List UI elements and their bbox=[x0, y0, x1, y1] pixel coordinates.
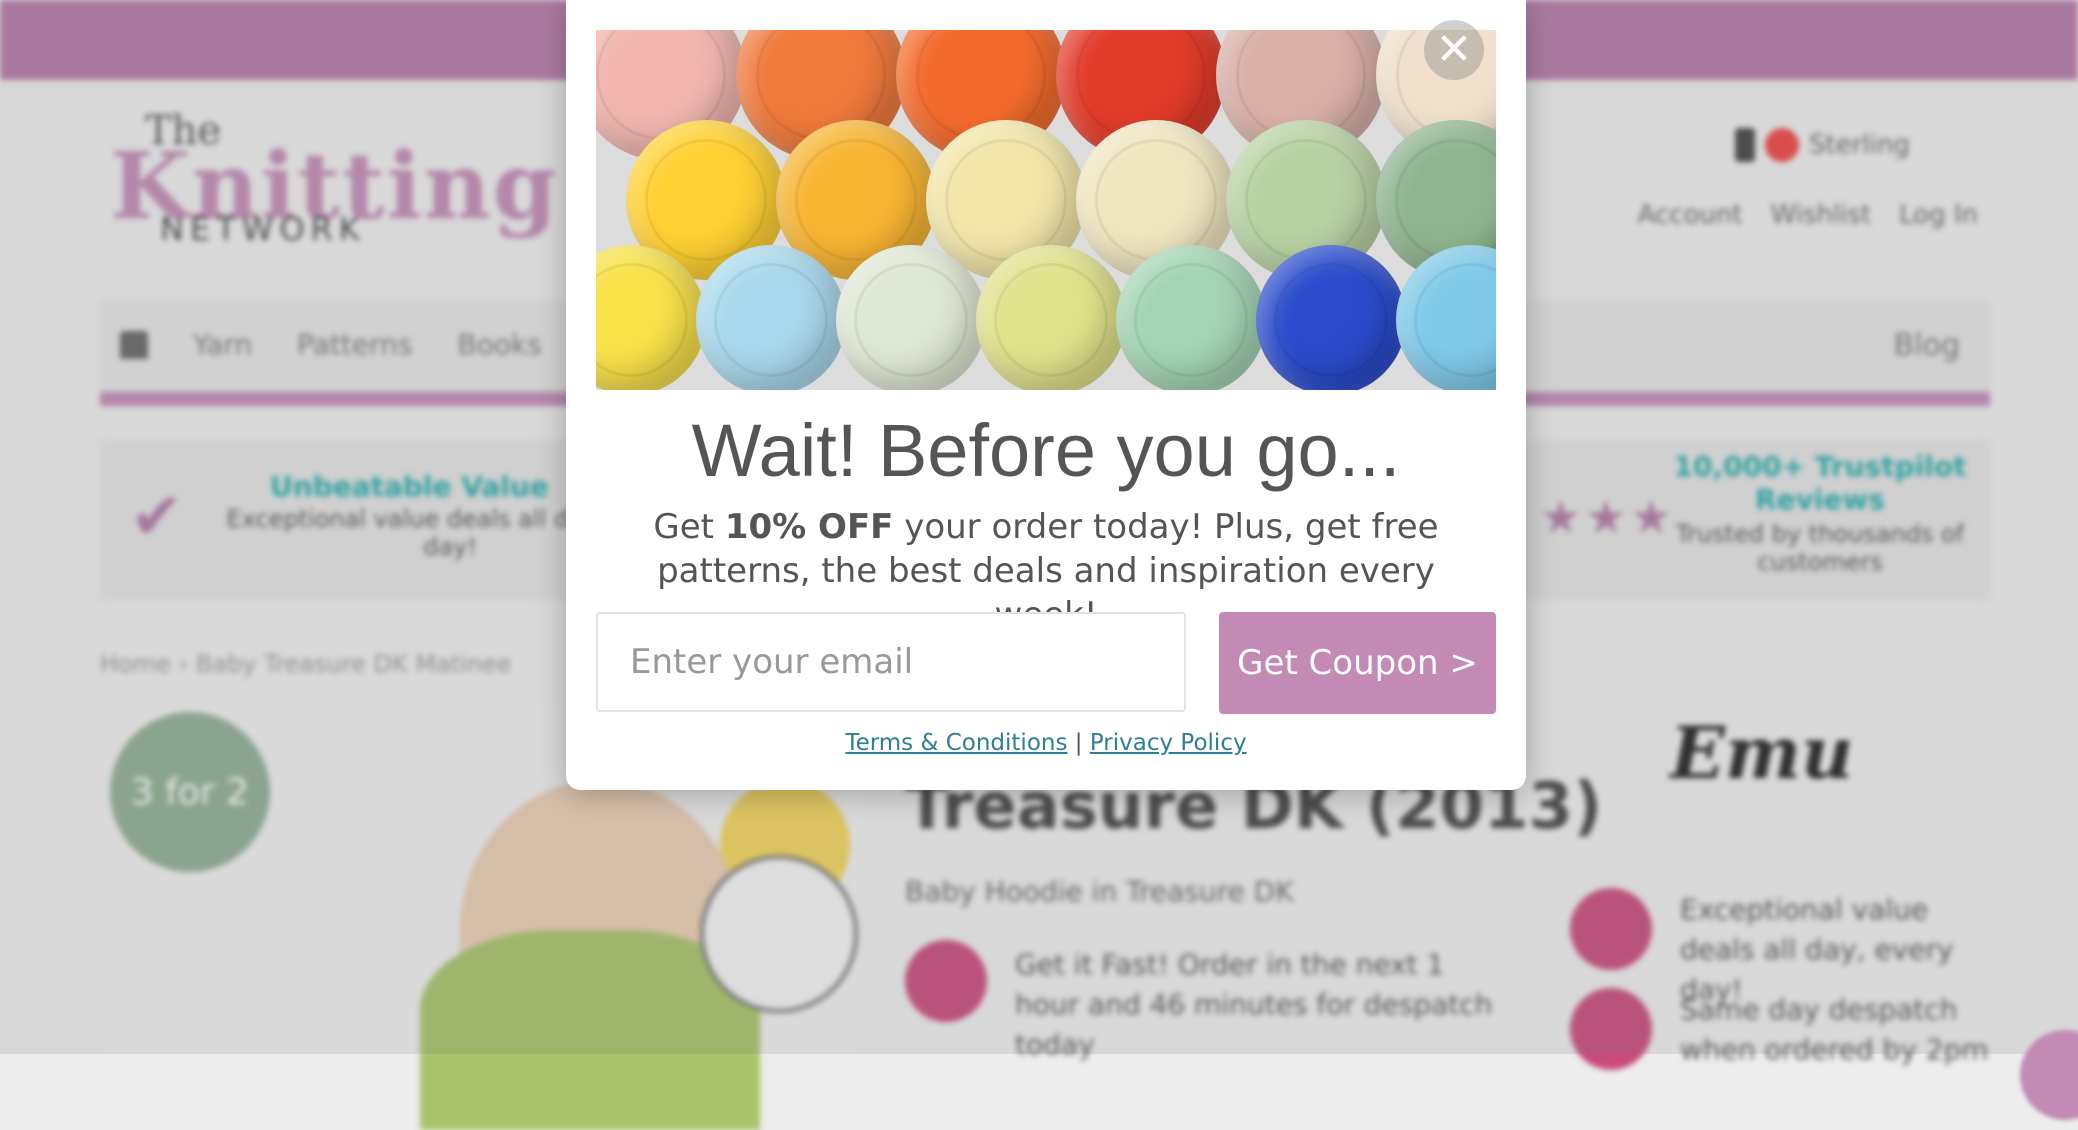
yarn-ball bbox=[1256, 245, 1406, 390]
yarn-hero-image bbox=[596, 30, 1496, 390]
get-coupon-button[interactable]: Get Coupon > bbox=[1219, 612, 1496, 714]
link-separator: | bbox=[1074, 730, 1083, 756]
legal-links: Terms & Conditions | Privacy Policy bbox=[566, 730, 1526, 756]
discount-text: 10% OFF bbox=[724, 507, 894, 547]
close-icon[interactable]: ✕ bbox=[1424, 20, 1484, 80]
email-input[interactable] bbox=[596, 612, 1186, 712]
popup-headline: Wait! Before you go... bbox=[691, 409, 1401, 492]
subtext-prefix: Get bbox=[653, 507, 725, 547]
yarn-ball bbox=[1116, 245, 1266, 390]
exit-intent-popup: ✕ Wait! Before you go... Get 10% OFF you… bbox=[566, 0, 1526, 790]
terms-link[interactable]: Terms & Conditions bbox=[845, 730, 1067, 756]
privacy-link[interactable]: Privacy Policy bbox=[1090, 730, 1247, 756]
yarn-ball bbox=[696, 245, 846, 390]
yarn-ball bbox=[836, 245, 986, 390]
yarn-ball bbox=[976, 245, 1126, 390]
